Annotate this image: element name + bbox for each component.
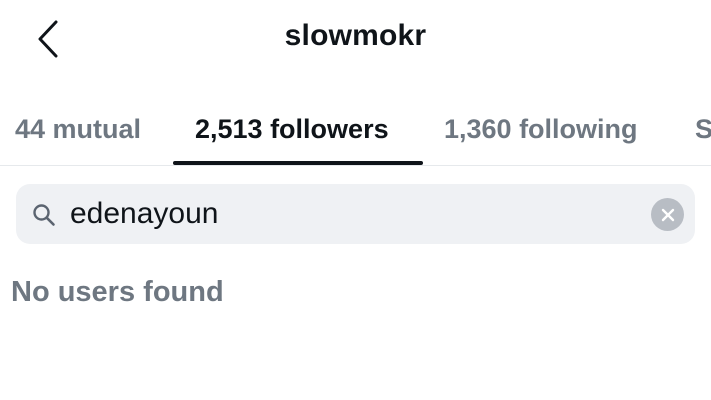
tab-following[interactable]: 1,360 following [444,98,638,164]
search-bar [16,184,695,244]
tab-followers[interactable]: 2,513 followers [195,98,389,164]
page-title: slowmokr [284,19,427,52]
clear-search-button[interactable] [651,198,684,231]
followers-screen: slowmokr 44 mutual 2,513 followers 1,360… [0,0,711,400]
empty-results-message: No users found [11,276,224,308]
tab-bar: 44 mutual 2,513 followers 1,360 followin… [0,98,711,166]
tab-mutual[interactable]: 44 mutual [15,98,141,164]
top-bar: slowmokr [0,0,711,78]
search-input[interactable] [70,184,640,244]
active-tab-indicator [173,161,423,165]
search-icon [33,204,55,226]
tab-subscriptions[interactable]: S [695,98,711,164]
clear-icon [661,208,674,221]
